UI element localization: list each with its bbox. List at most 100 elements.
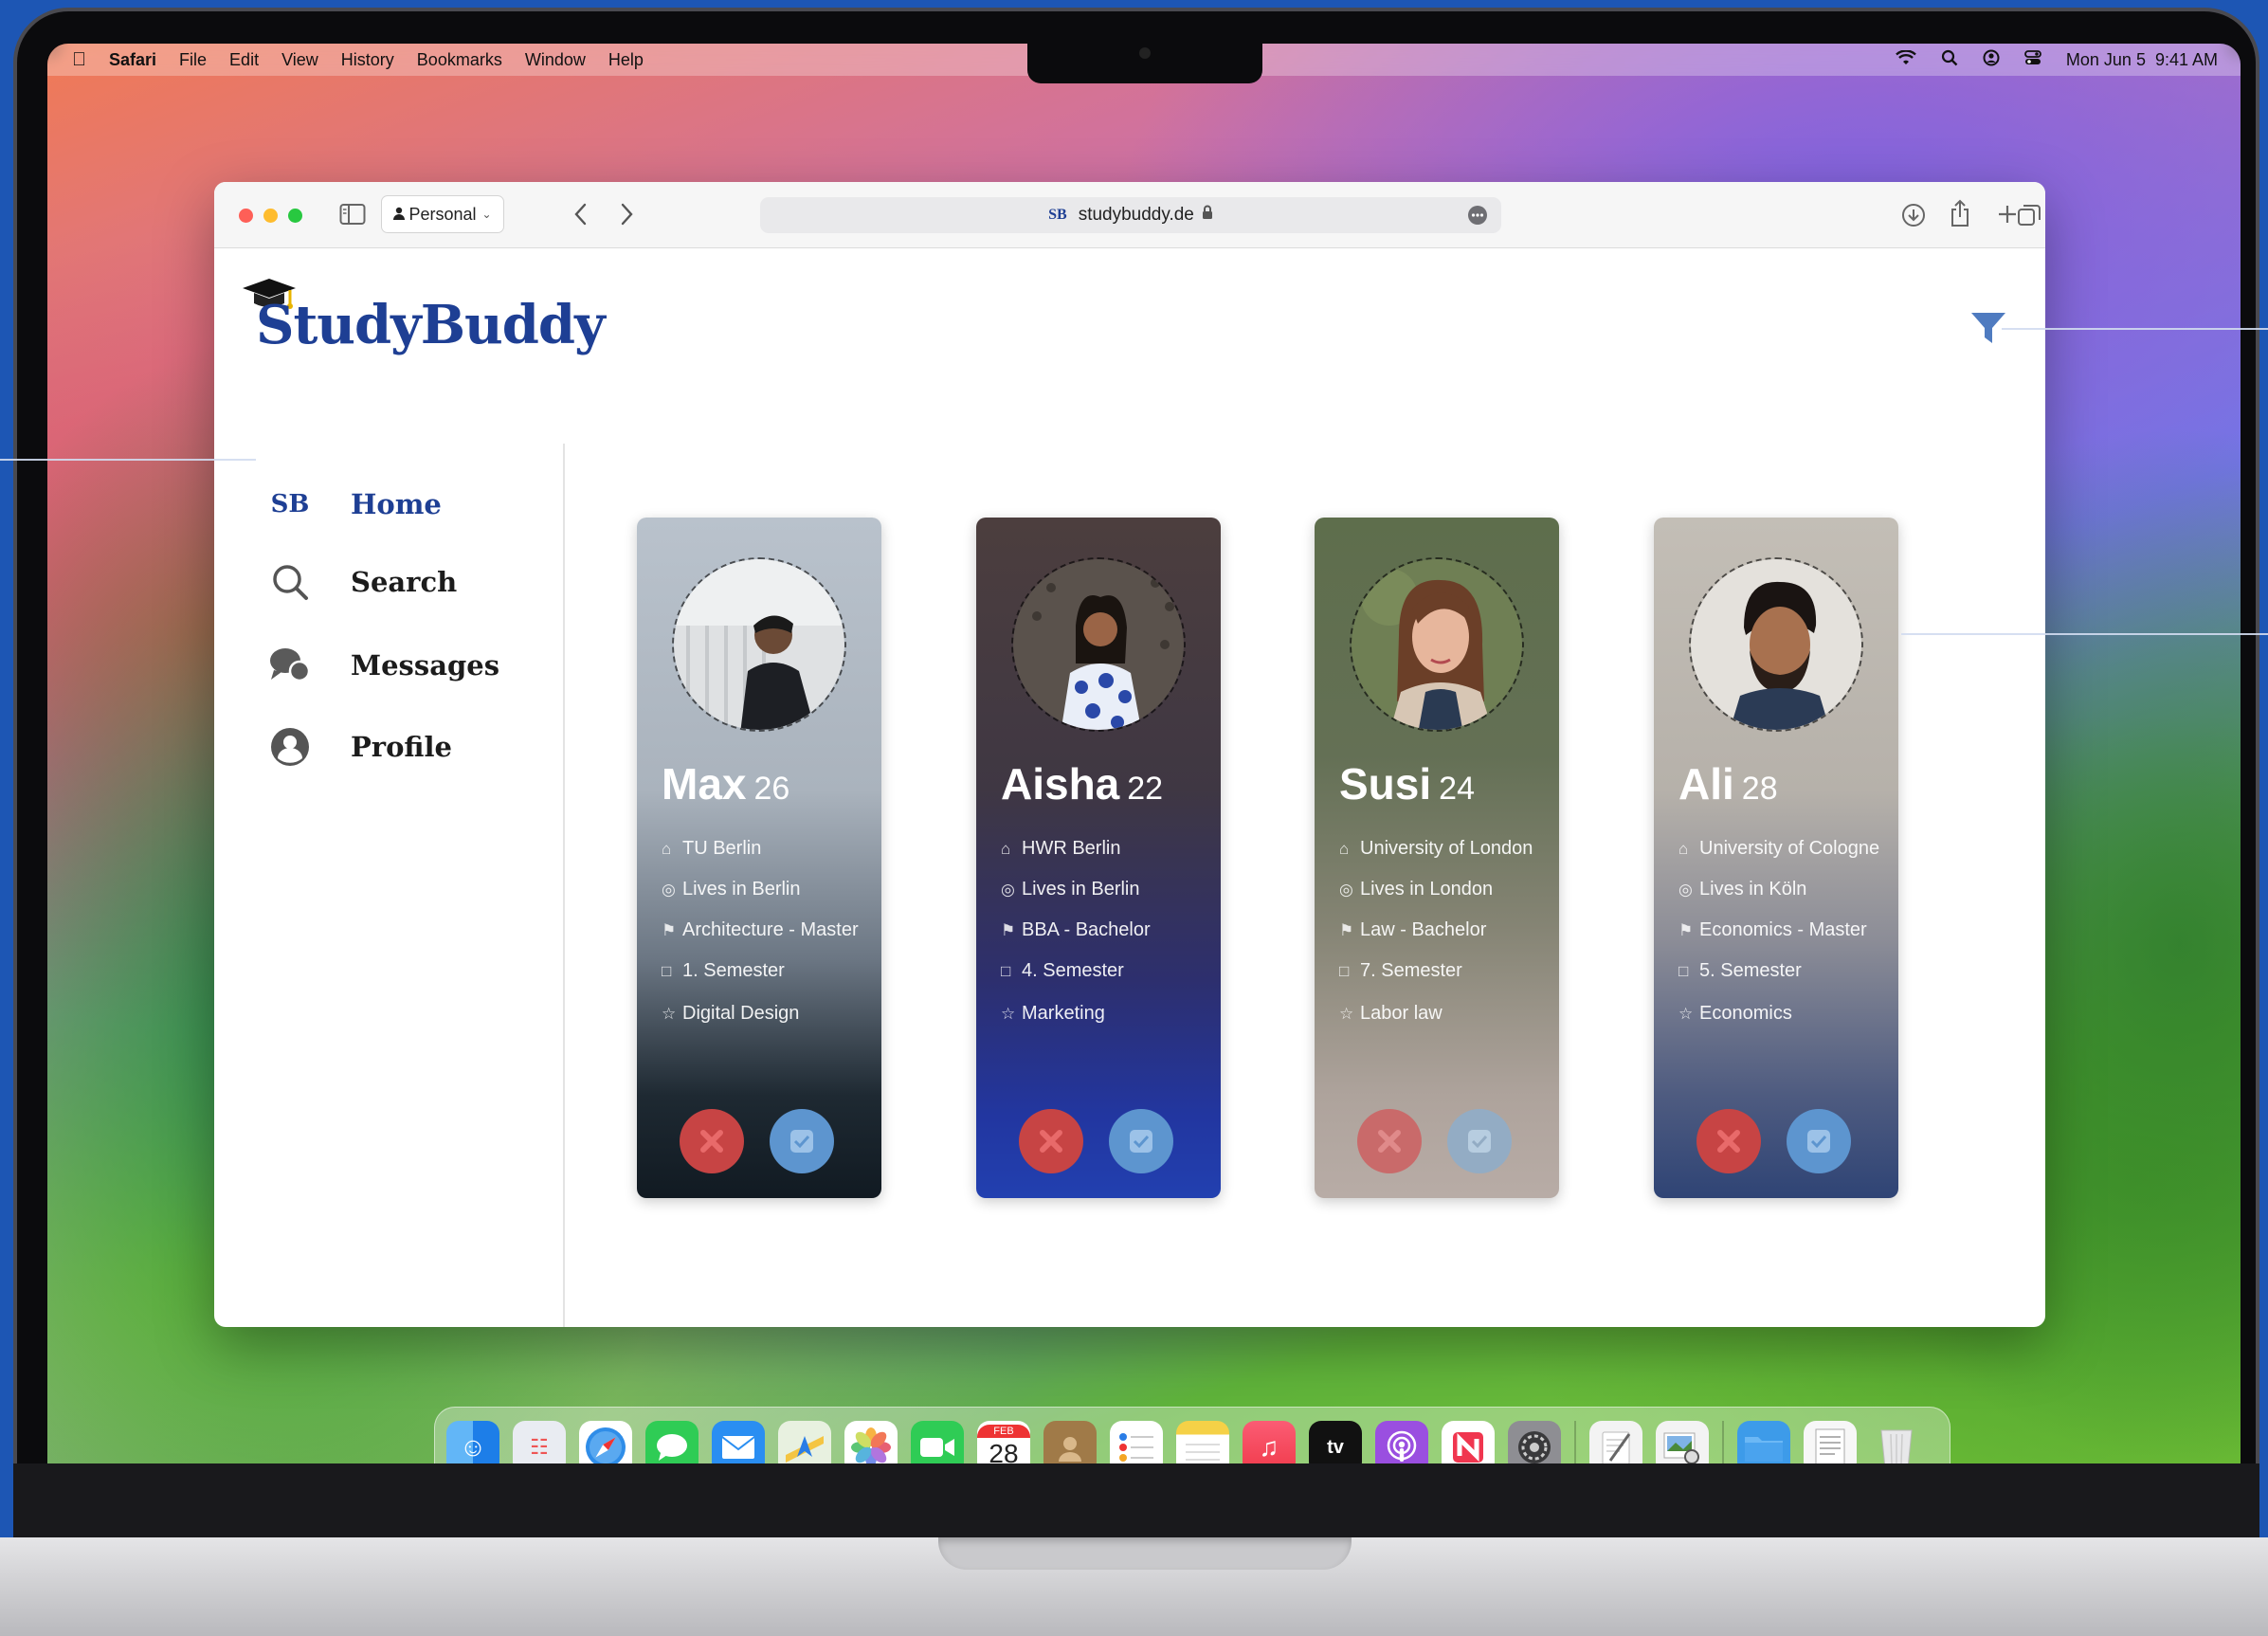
share-icon[interactable] — [1949, 199, 1971, 232]
maps-icon[interactable] — [778, 1421, 831, 1463]
accept-button[interactable] — [1447, 1109, 1512, 1173]
laptop-mockup:  Safari File Edit View History Bookmark… — [0, 0, 2268, 1636]
nav-messages[interactable]: Messages — [214, 637, 555, 694]
reject-button[interactable] — [1019, 1109, 1083, 1173]
podcasts-icon[interactable] — [1375, 1421, 1428, 1463]
profile-card-max[interactable]: Max 26 ⌂ TU Berlin ◎ Lives in Berlin ⚑ Archi… — [637, 518, 881, 1198]
system-settings-icon[interactable] — [1508, 1421, 1561, 1463]
building-icon: ⌂ — [1339, 839, 1350, 858]
menubar-clock[interactable]: Mon Jun 5 9:41 AM — [2066, 50, 2218, 70]
profile-card-susi[interactable]: Susi 24 ⌂ University of London ◎ Lives in L… — [1315, 518, 1559, 1198]
reminders-icon[interactable] — [1110, 1421, 1163, 1463]
university-row: ⌂ TU Berlin — [662, 838, 761, 860]
menu-history[interactable]: History — [341, 50, 394, 70]
menu-window[interactable]: Window — [525, 50, 586, 70]
accept-button[interactable] — [1109, 1109, 1173, 1173]
name-text: Ali — [1678, 759, 1734, 809]
spotlight-search-icon[interactable] — [1941, 49, 1958, 71]
reject-button[interactable] — [1696, 1109, 1761, 1173]
messages-icon[interactable] — [645, 1421, 699, 1463]
news-icon[interactable] — [1442, 1421, 1495, 1463]
callout-line — [2002, 328, 2268, 330]
program-row: ⚑ Economics - Master — [1678, 919, 1867, 941]
search-icon — [267, 559, 313, 605]
minimize-window-button[interactable] — [263, 209, 278, 223]
semester-row: □ 7. Semester — [1339, 960, 1462, 982]
location-text: Lives in Köln — [1699, 879, 1807, 900]
tab-overview-icon[interactable] — [2017, 203, 2041, 232]
accept-button[interactable] — [1787, 1109, 1851, 1173]
sidebar-toggle-icon[interactable] — [339, 203, 366, 230]
university-row: ⌂ University of London — [1339, 838, 1533, 860]
menu-app-name[interactable]: Safari — [109, 50, 156, 70]
apple-icon[interactable]:  — [72, 49, 86, 71]
apple-tv-icon[interactable]: tv — [1309, 1421, 1362, 1463]
facetime-icon[interactable] — [911, 1421, 964, 1463]
downloads-icon[interactable] — [1901, 203, 1926, 232]
location-row: ◎ Lives in Berlin — [662, 879, 801, 900]
menubar-status-area: Mon Jun 5 9:41 AM — [1896, 44, 2218, 76]
program-row: ⚑ BBA - Bachelor — [1001, 919, 1151, 941]
nav-home-label: Home — [351, 488, 442, 520]
lock-icon — [1202, 205, 1213, 226]
notes-icon[interactable] — [1176, 1421, 1229, 1463]
star-icon: ☆ — [1678, 1004, 1694, 1023]
safari-icon[interactable] — [579, 1421, 632, 1463]
folder-icon[interactable] — [1737, 1421, 1790, 1463]
avatar — [1350, 557, 1524, 732]
menu-help[interactable]: Help — [608, 50, 644, 70]
accept-button[interactable] — [770, 1109, 834, 1173]
age-text: 24 — [1439, 771, 1475, 807]
nav-home[interactable]: SB Home — [214, 476, 555, 533]
site-favicon: SB — [1048, 207, 1067, 223]
nav-profile[interactable]: Profile — [214, 718, 555, 775]
preview-icon[interactable] — [1656, 1421, 1709, 1463]
music-icon[interactable]: ♫ — [1243, 1421, 1296, 1463]
document-icon[interactable] — [1804, 1421, 1857, 1463]
star-icon: ☆ — [1001, 1004, 1016, 1023]
contacts-icon[interactable] — [1043, 1421, 1097, 1463]
reject-button[interactable] — [680, 1109, 744, 1173]
macos-dock: ☺ ☷ FEB 28 ♫ tv — [434, 1407, 1950, 1463]
new-tab-icon[interactable] — [1996, 203, 2019, 230]
profile-card-ali[interactable]: Ali 28 ⌂ University of Cologne ◎ Lives in K… — [1654, 518, 1898, 1198]
user-account-icon[interactable] — [1983, 49, 2000, 71]
maximize-window-button[interactable] — [288, 209, 302, 223]
card-name: Susi 24 — [1339, 758, 1475, 809]
calendar-day: 28 — [989, 1439, 1019, 1463]
calendar-icon: □ — [1001, 961, 1011, 980]
finder-icon[interactable]: ☺ — [446, 1421, 499, 1463]
close-window-button[interactable] — [239, 209, 253, 223]
profile-card-aisha[interactable]: Aisha 22 ⌂ HWR Berlin ◎ Lives in Berlin ⚑ BB… — [976, 518, 1221, 1198]
address-bar[interactable]: SB studybuddy.de — [760, 197, 1501, 233]
forward-icon[interactable] — [618, 201, 635, 232]
calendar-icon: □ — [662, 961, 672, 980]
filter-icon[interactable] — [1969, 309, 2007, 352]
reject-button[interactable] — [1357, 1109, 1422, 1173]
menu-edit[interactable]: Edit — [229, 50, 259, 70]
university-text: HWR Berlin — [1022, 838, 1121, 859]
wifi-icon[interactable] — [1896, 48, 1916, 70]
close-icon — [700, 1130, 723, 1153]
photos-icon[interactable] — [844, 1421, 898, 1463]
launchpad-icon[interactable]: ☷ — [513, 1421, 566, 1463]
camera-icon — [1139, 47, 1151, 59]
location-text: Lives in Berlin — [682, 879, 801, 900]
textedit-icon[interactable] — [1589, 1421, 1642, 1463]
trash-icon[interactable] — [1870, 1421, 1923, 1463]
calendar-icon[interactable]: FEB 28 — [977, 1421, 1030, 1463]
menu-bookmarks[interactable]: Bookmarks — [417, 50, 502, 70]
avatar — [672, 557, 846, 732]
semester-text: 5. Semester — [1699, 960, 1802, 981]
profile-selector[interactable]: Personal ⌄ — [381, 195, 504, 233]
back-icon[interactable] — [572, 201, 590, 232]
interest-row: ☆ Economics — [1678, 1003, 1792, 1025]
menu-view[interactable]: View — [281, 50, 318, 70]
person-icon — [393, 205, 406, 225]
nav-search[interactable]: Search — [214, 554, 555, 610]
mail-icon[interactable] — [712, 1421, 765, 1463]
site-logo[interactable]: StudyBuddy — [256, 294, 606, 356]
more-options-icon[interactable] — [1467, 205, 1488, 231]
control-center-icon[interactable] — [2024, 49, 2041, 71]
menu-file[interactable]: File — [179, 50, 207, 70]
